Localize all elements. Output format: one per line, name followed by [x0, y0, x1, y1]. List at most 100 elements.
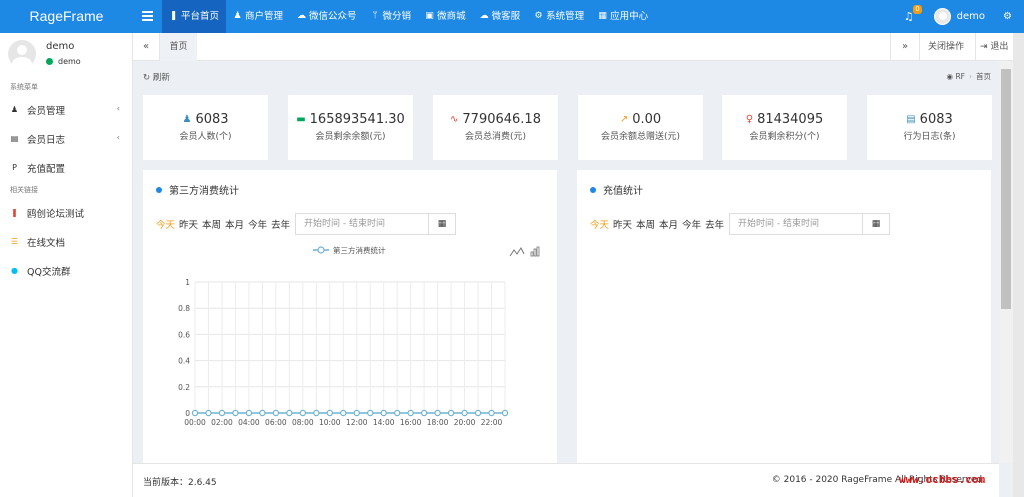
- chevron-left-icon: ‹: [116, 133, 120, 142]
- x-tick-label: 14:00: [373, 418, 395, 427]
- user-panel: demo demo: [0, 33, 132, 79]
- bulb-icon: ♀: [745, 114, 754, 125]
- paypal-icon: P: [12, 163, 17, 172]
- credit-card-icon: ▬: [296, 114, 306, 125]
- sign-out-icon: ⇥: [980, 42, 991, 52]
- range-tab[interactable]: 本周: [636, 217, 655, 231]
- x-tick-label: 02:00: [211, 418, 233, 427]
- bell-icon[interactable]: ♫ 0: [902, 4, 922, 24]
- brand-logo[interactable]: RageFrame: [0, 0, 133, 33]
- data-point: [232, 409, 239, 417]
- sidebar: demo demo 系统菜单 ♟ 会员管理 ‹ ▤ 会员日志 ‹ P 充值配置 相关链接 ❚ 鸥…: [0, 33, 133, 497]
- y-tick-label: 0.4: [178, 357, 190, 366]
- stat-card: ▤ 6083 行为日志(条): [867, 95, 992, 160]
- data-point: [191, 409, 199, 417]
- list-alt-icon: ▤: [906, 114, 916, 125]
- data-point: [380, 409, 387, 417]
- tab-home[interactable]: 首页: [160, 33, 197, 61]
- stat-value: 81434095: [757, 112, 824, 127]
- nav-item-6[interactable]: ⚙ 系统管理: [527, 0, 591, 33]
- data-point: [205, 409, 212, 417]
- legend-marker-icon: [317, 246, 325, 254]
- refresh-button[interactable]: ↻ 刷新: [143, 71, 170, 83]
- sidebar-item-system-0[interactable]: ♟ 会员管理 ‹: [0, 95, 132, 124]
- nav-item-label: 系统管理: [546, 11, 585, 22]
- top-right-tools: ♫ 0 demo ⚙: [902, 0, 1024, 33]
- bookmark-icon: ❚: [169, 11, 178, 21]
- nav-item-label: 微客服: [491, 11, 521, 22]
- nav-item-2[interactable]: ☁ 微信公众号: [290, 0, 364, 33]
- data-point: [447, 409, 455, 417]
- footer: 当前版本：2.6.45 © 2016 - 2020 RageFrame All …: [133, 463, 999, 497]
- range-tab[interactable]: 今年: [682, 217, 701, 231]
- bar-chart-toggle-icon[interactable]: [530, 246, 540, 257]
- sidebar-item-system-2[interactable]: P 充值配置: [0, 153, 132, 182]
- sidebar-item-link-2[interactable]: ● QQ交流群: [0, 256, 132, 285]
- bar-icon-part: [530, 251, 534, 257]
- breadcrumb-root[interactable]: RF: [955, 72, 965, 81]
- bookmark-icon: ❚: [11, 208, 18, 217]
- content-scrollbar[interactable]: [999, 61, 1013, 463]
- sidebar-item-label: 在线文档: [27, 237, 66, 249]
- recharge-date-range-input[interactable]: 开始时间 - 结束时间: [729, 213, 863, 235]
- data-point: [340, 409, 347, 417]
- x-tick-label: 22:00: [481, 418, 503, 427]
- chevron-left-icon: ‹: [116, 104, 120, 113]
- scrollbar-thumb[interactable]: [1001, 69, 1011, 309]
- data-point: [434, 409, 441, 417]
- version-text: 当前版本：2.6.45: [143, 478, 217, 488]
- nav-item-7[interactable]: ▦ 应用中心: [591, 0, 655, 33]
- recharge-panel-title: 充值统计: [590, 182, 643, 197]
- range-tab[interactable]: 去年: [705, 217, 724, 231]
- range-tab[interactable]: 今天: [590, 217, 609, 231]
- nav-item-4[interactable]: ▣ 微商城: [418, 0, 473, 33]
- nav-item-label: 商户管理: [245, 11, 284, 22]
- y-tick-label: 0.2: [178, 383, 190, 392]
- sidebar-section-system: 系统菜单: [10, 83, 38, 91]
- sidebar-item-label: 会员管理: [27, 105, 66, 117]
- sidebar-item-label: 会员日志: [27, 134, 66, 146]
- data-point: [313, 409, 320, 417]
- tab-scroll-right-button[interactable]: »: [890, 33, 920, 61]
- settings-cogs-icon[interactable]: ⚙: [1003, 11, 1012, 22]
- users-icon: ♟: [182, 114, 192, 125]
- consume-stats-panel: 第三方消费统计 今天 昨天 本周 本月 今年 去年 开始时间 - 结束时间 ▦ 0 0.2 0…: [143, 170, 557, 463]
- tab-scroll-left-button[interactable]: «: [133, 33, 160, 61]
- nav-item-3[interactable]: ᛘ 微分销: [364, 0, 419, 33]
- stat-card: ♟ 6083 会员人数(个): [143, 95, 268, 160]
- menu-toggle-icon[interactable]: [142, 9, 153, 23]
- nav-item-1[interactable]: ♟ 商户管理: [226, 0, 290, 33]
- close-operations-dropdown[interactable]: 关闭操作: [924, 33, 964, 61]
- tab-bar: « 首页 » 关闭操作 ⇥ 退出: [133, 33, 1013, 61]
- nav-item-0[interactable]: ❚ 平台首页: [162, 0, 227, 33]
- data-point: [420, 409, 428, 417]
- avatar: [8, 40, 36, 68]
- line-chart-toggle-icon[interactable]: [509, 247, 525, 257]
- calendar-icon[interactable]: ▦: [863, 213, 890, 235]
- stat-card: ♀ 81434095 会员剩余积分(个): [722, 95, 847, 160]
- sidebar-item-link-1[interactable]: ☰ 在线文档: [0, 227, 132, 256]
- data-point: [367, 409, 374, 417]
- sidebar-item-system-1[interactable]: ▤ 会员日志 ‹: [0, 124, 132, 153]
- stat-card: ↗ 0.00 会员余额总赠送(元): [578, 95, 703, 160]
- stat-value: 6083: [195, 112, 229, 127]
- exit-button[interactable]: ⇥ 退出: [975, 33, 1013, 61]
- refresh-icon: ↻: [143, 73, 153, 83]
- data-point: [218, 409, 226, 417]
- fork-icon: ᛘ: [372, 11, 378, 21]
- nav-item-label: 微信公众号: [309, 11, 357, 22]
- top-user-name[interactable]: demo: [957, 11, 985, 22]
- user-avatar-small[interactable]: [933, 8, 951, 25]
- sidebar-user-status: demo: [46, 57, 81, 66]
- stat-label: 会员剩余余额(元): [315, 132, 386, 142]
- heartbeat-icon: ∿: [450, 114, 459, 125]
- sidebar-item-label: 鸥创论坛测试: [27, 208, 85, 220]
- bar-icon-part: [536, 246, 540, 257]
- refresh-label: 刷新: [152, 73, 170, 83]
- legend-label: 第三方消费统计: [333, 245, 386, 255]
- range-tab[interactable]: 本月: [659, 217, 678, 231]
- nav-item-5[interactable]: ☁ 微客服: [473, 0, 528, 33]
- range-tab[interactable]: 昨天: [613, 217, 632, 231]
- y-tick-label: 0.6: [178, 330, 190, 339]
- sidebar-item-link-0[interactable]: ❚ 鸥创论坛测试: [0, 198, 132, 227]
